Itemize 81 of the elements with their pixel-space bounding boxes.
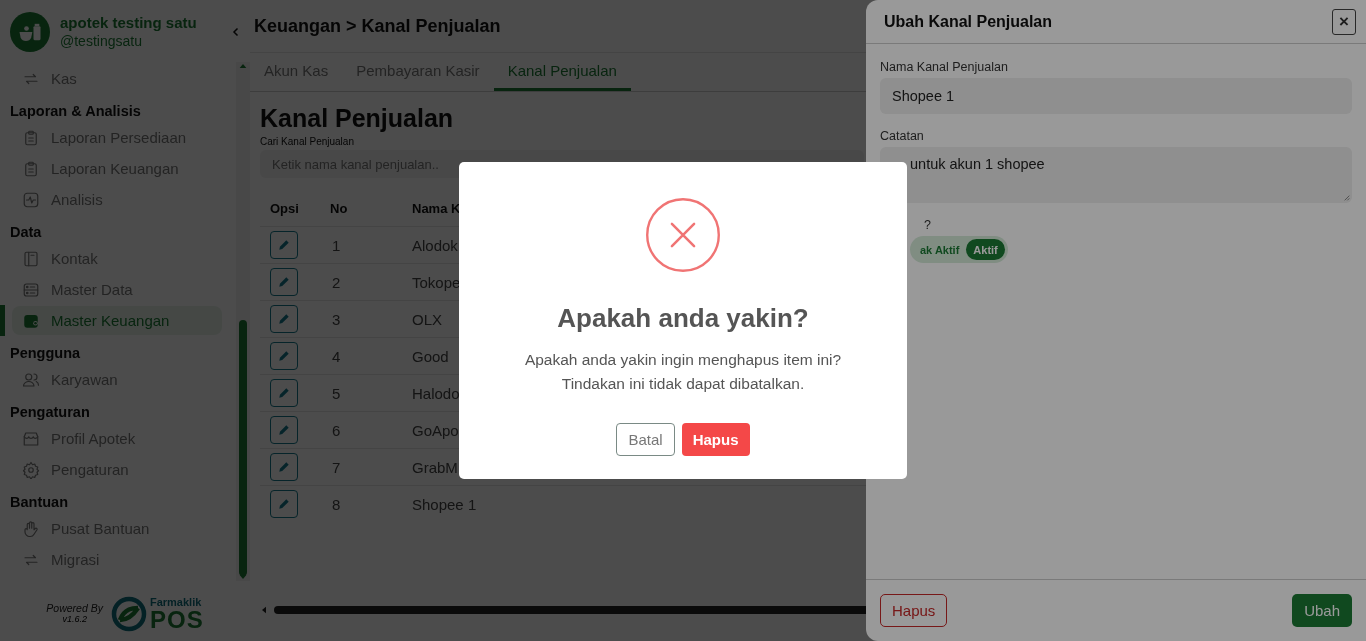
section-heading: Laporan & Analisis (9, 102, 142, 121)
field-label: Nama Kanal Penjualan (880, 60, 1009, 74)
close-button[interactable]: × (1332, 8, 1356, 35)
edit-button[interactable] (270, 379, 298, 407)
table-cell: Shopee 1 (412, 495, 477, 513)
pencil-icon (277, 312, 291, 326)
table-cell: 4 (332, 347, 341, 365)
column-header: Nama K (412, 200, 461, 216)
column-header: No (330, 200, 348, 216)
page-title: Kanal Penjualan (260, 103, 455, 134)
table-cell: Halodo (412, 384, 460, 402)
field-label: ? (924, 218, 932, 232)
edit-button[interactable] (270, 416, 298, 444)
table-cell: 7 (332, 458, 341, 476)
edit-button[interactable] (270, 268, 298, 296)
hand-icon (22, 519, 40, 538)
active-indicator (0, 305, 5, 336)
table-cell: 8 (332, 495, 341, 513)
pencil-icon (277, 460, 291, 474)
table-cell: 2 (332, 273, 341, 291)
brand-product: POS (149, 607, 204, 632)
breadcrumb-title: Keuangan > Kanal Penjualan (254, 15, 501, 37)
table-cell: 1 (332, 236, 341, 254)
cancel-button[interactable]: Batal (616, 423, 675, 456)
table-cell: Good (412, 347, 449, 365)
dialog-message: Apakah anda yakin ingin menghapus item ini? Tindakan ini tidak dapat dibatalkan. (524, 350, 842, 394)
table-cell: 5 (332, 384, 341, 402)
pencil-icon (277, 275, 291, 289)
table-cell: Tokope (412, 273, 461, 291)
database-icon (22, 280, 40, 299)
delete-button[interactable]: Hapus (681, 423, 750, 456)
settings-icon (22, 460, 40, 479)
pulse-icon (22, 190, 40, 209)
section-heading: Data (9, 223, 43, 242)
section-heading: Bantuan (9, 493, 69, 512)
input-field[interactable]: Shopee 1 (880, 78, 1352, 114)
scroll-left-arrow-icon (260, 605, 268, 615)
edit-button[interactable] (270, 305, 298, 333)
pencil-icon (277, 423, 291, 437)
dialog-title: Apakah anda yakin? (557, 303, 809, 334)
powered-by-label: Powered By (46, 603, 103, 614)
section-heading: Pengguna (9, 344, 82, 363)
drawer-title: Ubah Kanal Penjualan (884, 12, 1053, 31)
search-label: Cari Kanal Penjualan (260, 136, 355, 147)
pencil-icon (277, 238, 291, 252)
edit-button[interactable] (270, 453, 298, 481)
table-cell: GrabM (412, 458, 458, 476)
table-cell: 6 (332, 421, 341, 439)
resize-grip-icon (1342, 193, 1350, 201)
scrollbar[interactable] (236, 62, 250, 581)
store-name: apotek testing satu (60, 14, 198, 32)
pencil-icon (277, 349, 291, 363)
column-header: Opsi (270, 200, 299, 216)
pencil-icon (277, 386, 291, 400)
users-icon (22, 370, 40, 389)
edit-button[interactable] (270, 231, 298, 259)
contact-book-icon (22, 249, 40, 268)
error-x-icon (645, 197, 721, 273)
notes-field[interactable]: untuk akun 1 shopee (880, 147, 1352, 203)
toggle-option[interactable]: Aktif (966, 239, 1005, 260)
store-handle: @testingsatu (60, 32, 143, 50)
edit-button[interactable] (270, 342, 298, 370)
table-cell: GoApo (412, 421, 459, 439)
scroll-down-arrow-icon (238, 573, 248, 581)
table-cell: 3 (332, 310, 341, 328)
section-heading: Pengaturan (9, 403, 91, 422)
table-cell: Alodok (412, 236, 458, 254)
pencil-icon (277, 497, 291, 511)
delete-button[interactable]: Hapus (880, 594, 948, 627)
brand-name: Farmaklik (149, 596, 203, 608)
store-icon (22, 429, 40, 448)
save-button[interactable]: Ubah (1292, 594, 1352, 627)
field-label: Catatan (880, 129, 925, 143)
version-label: v1.6.2 (61, 614, 88, 625)
toggle-option[interactable]: ak Aktif (913, 239, 967, 260)
clipboard-icon (22, 128, 40, 147)
farmaklik-logo-icon (110, 596, 147, 632)
edit-button[interactable] (270, 490, 298, 518)
scroll-up-arrow-icon (238, 62, 248, 70)
clipboard-icon (22, 159, 40, 178)
table-cell: OLX (412, 310, 442, 328)
